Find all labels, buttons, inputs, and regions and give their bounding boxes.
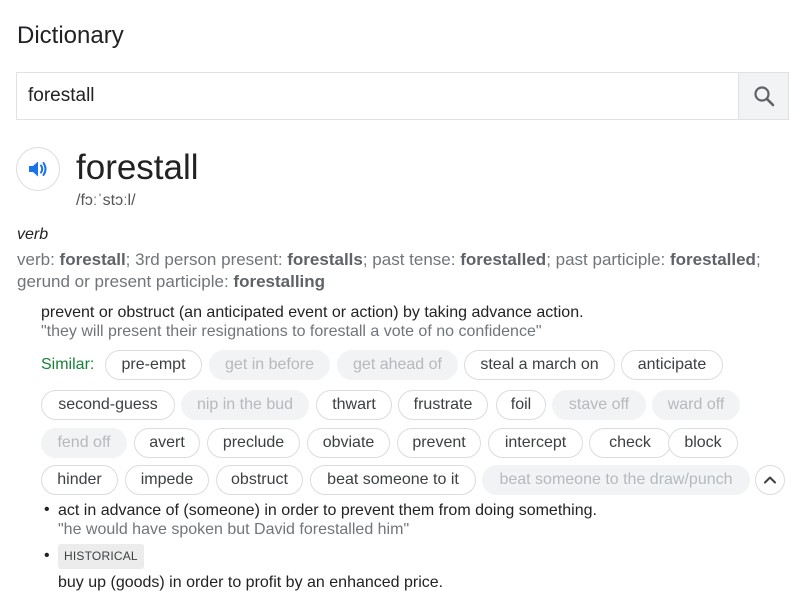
similar-chip[interactable]: beat someone to it xyxy=(310,465,476,495)
similar-label: Similar: xyxy=(41,356,95,373)
search-input[interactable] xyxy=(17,73,738,119)
phonetic-spelling: /fɔːˈstɔːl/ xyxy=(76,192,136,209)
part-of-speech: verb xyxy=(17,226,49,243)
forms-label: ; past tense: xyxy=(362,250,461,269)
pronunciation-button[interactable] xyxy=(16,147,60,191)
chevron-up-icon xyxy=(764,476,776,484)
forms-label: ; past participle: xyxy=(546,250,670,269)
form-gerund: forestalling xyxy=(233,272,326,291)
similar-chip[interactable]: hinder xyxy=(41,465,118,495)
example-text: "he would have spoken but David forestal… xyxy=(58,521,410,538)
definition-text: buy up (goods) in order to profit by an … xyxy=(58,574,444,591)
similar-chip: get ahead of xyxy=(337,350,458,380)
similar-chip: get in before xyxy=(209,350,330,380)
sense-3: HISTORICAL buy up (goods) in order to pr… xyxy=(58,544,778,592)
forms-label: ; 3rd person present: xyxy=(125,250,288,269)
example-text: "they will present their resignations to… xyxy=(41,323,542,340)
search-button[interactable] xyxy=(738,73,788,119)
sense-1: prevent or obstruct (an anticipated even… xyxy=(41,303,781,341)
collapse-synonyms-button[interactable] xyxy=(755,465,785,495)
similar-chip[interactable]: impede xyxy=(125,465,209,495)
similar-chip[interactable]: second-guess xyxy=(41,390,175,420)
similar-chip[interactable]: block xyxy=(668,428,738,458)
form-past-participle: forestalled xyxy=(669,250,756,269)
verb-forms: verb: forestall; 3rd person present: for… xyxy=(17,249,793,293)
similar-chip: beat someone to the draw/punch xyxy=(482,465,750,495)
similar-chip[interactable]: obstruct xyxy=(216,465,303,495)
similar-chip: stave off xyxy=(552,390,646,420)
similar-chip[interactable]: obviate xyxy=(307,428,390,458)
similar-chip[interactable]: check xyxy=(589,428,671,458)
search-icon xyxy=(753,86,774,107)
similar-chip: fend off xyxy=(41,428,127,458)
similar-chip[interactable]: steal a march on xyxy=(464,350,615,380)
similar-chip[interactable]: foil xyxy=(496,390,546,420)
form-third-person: forestalls xyxy=(287,250,363,269)
similar-chip[interactable]: thwart xyxy=(316,390,392,420)
similar-chip[interactable]: pre-empt xyxy=(105,350,202,380)
similar-chip[interactable]: frustrate xyxy=(398,390,488,420)
sense-2: act in advance of (someone) in order to … xyxy=(58,501,778,539)
forms-label: gerund or present participle: xyxy=(17,272,234,291)
bullet: • xyxy=(44,501,50,518)
similar-chip: nip in the bud xyxy=(181,390,309,420)
similar-chip[interactable]: prevent xyxy=(397,428,481,458)
definition-text: act in advance of (someone) in order to … xyxy=(58,502,597,519)
search-box xyxy=(16,72,789,120)
definition-text: prevent or obstruct (an anticipated even… xyxy=(41,304,584,321)
speaker-icon xyxy=(29,161,47,177)
similar-chip[interactable]: anticipate xyxy=(621,350,723,380)
forms-label: ; xyxy=(755,250,761,269)
headword: forestall xyxy=(76,148,199,187)
form-base: forestall xyxy=(59,250,126,269)
similar-chip[interactable]: intercept xyxy=(488,428,583,458)
similar-chip: ward off xyxy=(652,390,740,420)
forms-label: verb: xyxy=(17,250,60,269)
register-tag: HISTORICAL xyxy=(58,544,144,569)
page-title: Dictionary xyxy=(17,22,124,49)
similar-chip[interactable]: avert xyxy=(134,428,200,458)
bullet: • xyxy=(44,547,50,564)
similar-chip[interactable]: preclude xyxy=(207,428,300,458)
form-past: forestalled xyxy=(460,250,547,269)
